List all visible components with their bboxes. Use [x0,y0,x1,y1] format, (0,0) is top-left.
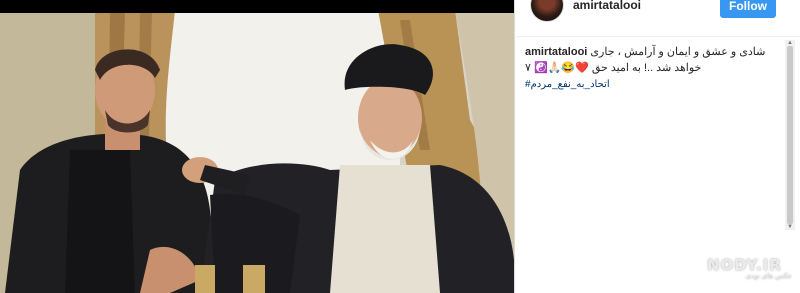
photo-top-bar [0,0,514,13]
post-caption: amirtatalooi شادی و عشق و ایمان و آرامش … [525,44,787,93]
post-header: amirtatalooi Follow [515,0,800,37]
follow-button[interactable]: Follow [720,0,776,18]
caption-scrollbar[interactable]: ▲ ▼ [785,40,795,230]
scroll-down-icon[interactable]: ▼ [786,224,794,230]
header-username[interactable]: amirtatalooi [573,0,641,12]
scroll-thumb[interactable] [787,46,793,224]
hashtag-link[interactable]: #اتحاد_به_نفع_مردم [525,77,787,93]
caption-body: amirtatalooi شادی و عشق و ایمان و آرامش … [525,44,787,76]
site-watermark: NODY.IR عکس های نودی [707,256,792,288]
post-photo[interactable] [0,0,514,293]
caption-username[interactable]: amirtatalooi [525,46,587,58]
profile-avatar-icon[interactable] [530,0,564,22]
post-side-panel: amirtatalooi Follow amirtatalooi شادی و … [515,0,800,293]
